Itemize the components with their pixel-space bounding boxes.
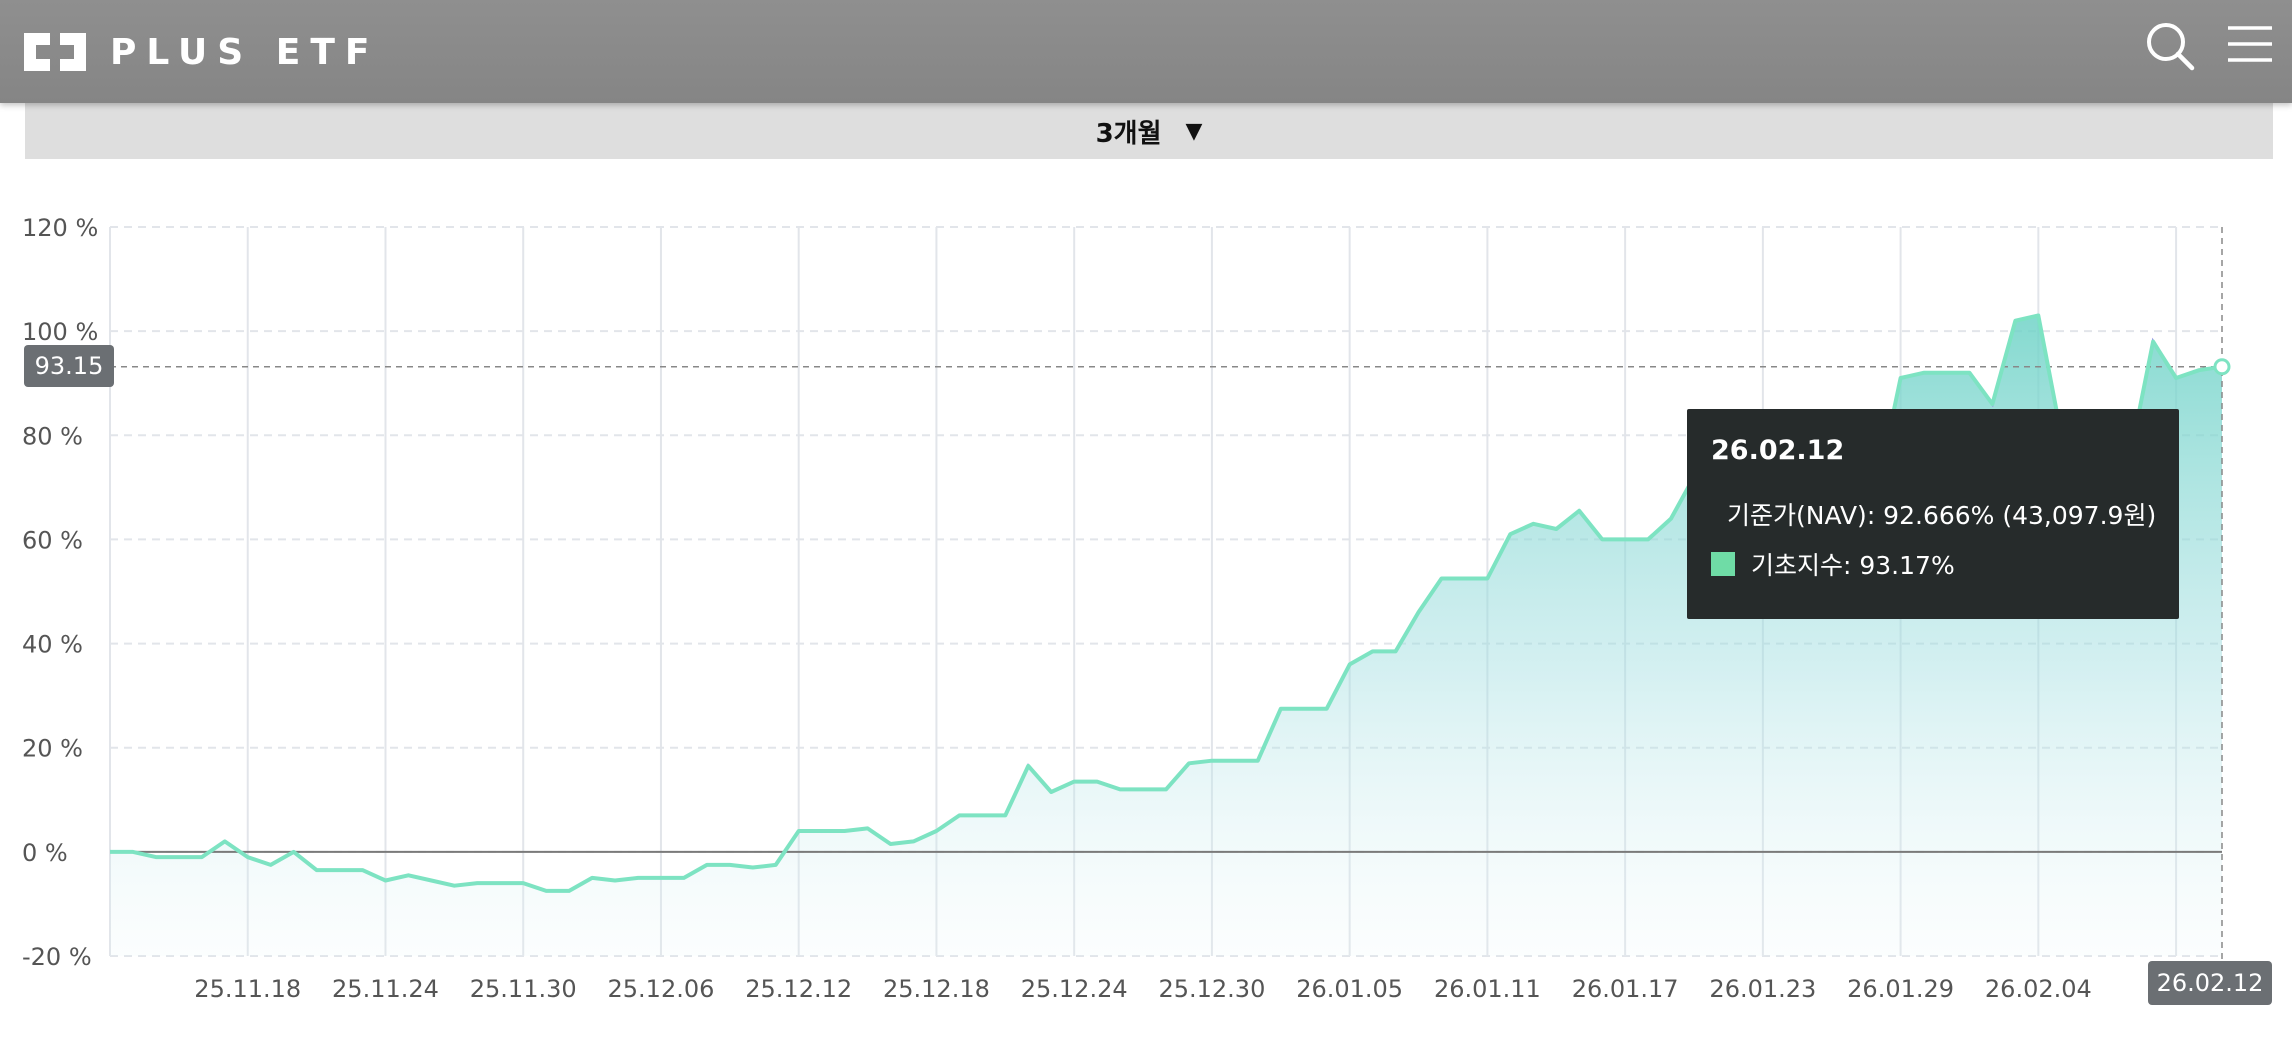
x-tick-label: 26.02.04 [1985, 975, 2092, 1003]
x-tick-label: 25.12.12 [745, 975, 852, 1003]
x-tick-label: 25.11.30 [470, 975, 577, 1003]
period-label: 3개월 [1095, 118, 1162, 149]
x-tick-label: 25.12.30 [1158, 975, 1265, 1003]
x-tick-label: 25.12.06 [608, 975, 715, 1003]
tooltip-nav-text: 기준가(NAV): 92.666% (43,097.9원) [1727, 501, 2157, 530]
tooltip-index-text: 기초지수: 93.17% [1751, 551, 1955, 580]
y-tick-label: 120 % [22, 214, 98, 242]
brand-name: PLUS ETF [110, 31, 380, 73]
y-axis-labels: 120 % 100 % 80 % 60 % 40 % 20 % 0 % -20 % [22, 214, 98, 971]
y-tick-label: 20 % [22, 735, 83, 763]
y-tick-label: 60 % [22, 526, 83, 554]
crosshair-y-value: 93.15 [24, 345, 114, 387]
crosshair-x-value: 26.02.12 [2148, 961, 2272, 1005]
search-icon[interactable] [2142, 18, 2198, 74]
y-tick-label: 80 % [22, 422, 83, 450]
x-tick-label: 25.12.24 [1021, 975, 1128, 1003]
x-tick-label: 26.01.23 [1709, 975, 1816, 1003]
chart-tooltip: 26.02.12 기준가(NAV): 92.666% (43,097.9원) 기… [1687, 409, 2179, 619]
tooltip-row-index: 기초지수: 93.17% [1711, 546, 2155, 582]
y-tick-label: 40 % [22, 631, 83, 659]
crosshair-marker [2213, 358, 2231, 376]
x-tick-label: 26.01.17 [1572, 975, 1679, 1003]
brand-logo[interactable]: PLUS ETF [24, 22, 379, 82]
x-tick-label: 26.01.29 [1847, 975, 1954, 1003]
y-tick-label: -20 % [22, 943, 92, 971]
y-tick-label: 0 % [22, 839, 68, 867]
plus-logo-icon [24, 33, 86, 71]
x-tick-label: 26.01.11 [1434, 975, 1541, 1003]
x-tick-label: 25.11.24 [332, 975, 439, 1003]
top-header: PLUS ETF [0, 0, 2292, 103]
tooltip-date: 26.02.12 [1711, 435, 1845, 466]
caret-down-icon: ▼ [1185, 118, 1203, 144]
x-tick-label: 25.12.18 [883, 975, 990, 1003]
x-tick-label: 25.11.18 [194, 975, 301, 1003]
hamburger-menu-icon[interactable] [2222, 18, 2278, 74]
x-tick-label: 26.01.05 [1296, 975, 1403, 1003]
x-axis-labels: 25.11.18 25.11.24 25.11.30 25.12.06 25.12.12… [194, 975, 2203, 1003]
y-tick-label: 100 % [22, 318, 98, 346]
legend-swatch-index [1711, 552, 1735, 576]
period-selector[interactable]: 3개월 ▼ [25, 103, 2273, 159]
tooltip-row-nav: 기준가(NAV): 92.666% (43,097.9원) [1711, 496, 2157, 532]
